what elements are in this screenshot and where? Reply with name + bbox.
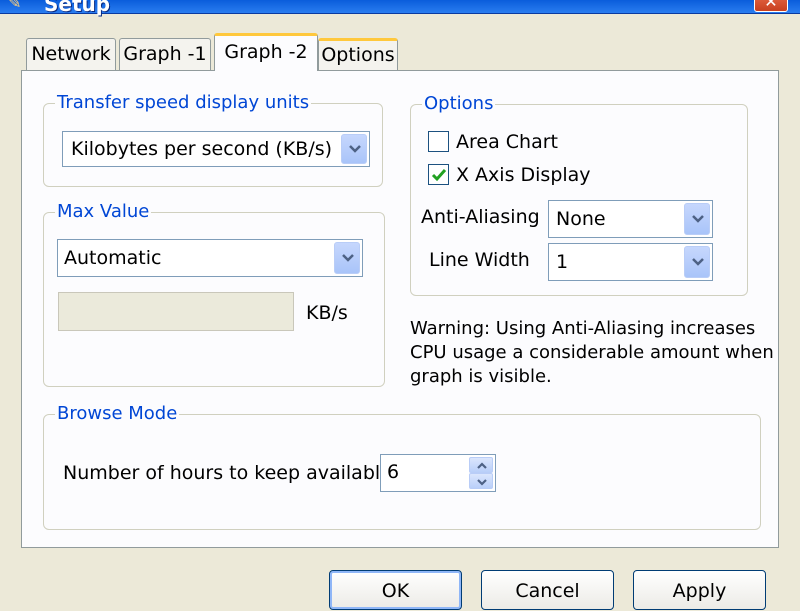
tab-label: Options xyxy=(321,44,395,66)
browse-mode-group-label: Browse Mode xyxy=(55,403,180,424)
dropdown-button[interactable] xyxy=(341,134,367,164)
chevron-down-icon xyxy=(477,479,487,486)
cancel-button[interactable]: Cancel xyxy=(481,570,614,610)
cancel-button-label: Cancel xyxy=(515,580,580,602)
anti-aliasing-label: Anti-Aliasing xyxy=(421,206,540,228)
close-icon: ✕ xyxy=(764,0,778,11)
apply-button[interactable]: Apply xyxy=(633,570,766,610)
hours-value: 6 xyxy=(387,461,400,483)
warning-line-2: CPU usage a considerable amount when xyxy=(410,342,774,363)
tab-label: Graph -2 xyxy=(224,41,308,63)
area-chart-label[interactable]: Area Chart xyxy=(456,131,558,153)
tab-graph-1[interactable]: Graph -1 xyxy=(119,38,211,71)
hours-label: Number of hours to keep available xyxy=(63,462,392,484)
chevron-down-icon xyxy=(692,215,704,223)
warning-line-1: Warning: Using Anti-Aliasing increases xyxy=(410,318,756,339)
line-width-value: 1 xyxy=(556,251,569,273)
tab-label: Graph -1 xyxy=(123,43,207,65)
chevron-down-icon xyxy=(342,254,354,262)
hours-spinner[interactable]: 6 xyxy=(380,454,496,492)
chevron-down-icon xyxy=(349,145,361,153)
apply-button-label: Apply xyxy=(672,580,727,602)
app-icon[interactable]: ✎ xyxy=(8,0,28,12)
dropdown-button[interactable] xyxy=(334,242,360,274)
line-width-select[interactable]: 1 xyxy=(548,243,713,281)
window-title: Setup xyxy=(44,0,111,16)
options-group-label: Options xyxy=(422,93,496,114)
x-axis-display-label[interactable]: X Axis Display xyxy=(456,164,591,186)
transfer-speed-select[interactable]: Kilobytes per second (KB/s) xyxy=(62,131,370,167)
tab-options[interactable]: Options xyxy=(318,38,398,71)
max-value-selected: Automatic xyxy=(64,247,162,269)
line-width-label: Line Width xyxy=(429,249,530,271)
title-bar[interactable] xyxy=(0,0,800,14)
max-value-input[interactable] xyxy=(58,292,294,331)
anti-aliasing-value: None xyxy=(556,208,606,230)
spin-down-button[interactable] xyxy=(469,473,493,489)
spin-up-button[interactable] xyxy=(469,457,493,473)
x-axis-display-checkbox[interactable] xyxy=(428,164,449,185)
tab-label: Network xyxy=(31,43,111,65)
anti-aliasing-select[interactable]: None xyxy=(548,200,713,238)
dropdown-button[interactable] xyxy=(684,203,710,235)
tab-graph-2[interactable]: Graph -2 xyxy=(214,33,318,71)
checkmark-icon xyxy=(431,169,447,182)
tab-network[interactable]: Network xyxy=(26,38,116,71)
close-button[interactable]: ✕ xyxy=(754,0,788,12)
chevron-up-icon xyxy=(477,462,487,469)
max-value-select[interactable]: Automatic xyxy=(57,239,363,277)
area-chart-checkbox[interactable] xyxy=(428,131,449,152)
ok-button-label: OK xyxy=(381,580,410,602)
ok-button[interactable]: OK xyxy=(329,570,462,610)
transfer-speed-group-label: Transfer speed display units xyxy=(55,92,312,113)
dropdown-button[interactable] xyxy=(684,246,710,278)
chevron-down-icon xyxy=(692,258,704,266)
transfer-speed-value: Kilobytes per second (KB/s) xyxy=(71,138,333,160)
max-value-unit: KB/s xyxy=(306,302,348,324)
warning-line-3: graph is visible. xyxy=(410,366,552,387)
max-value-group-label: Max Value xyxy=(55,201,152,222)
